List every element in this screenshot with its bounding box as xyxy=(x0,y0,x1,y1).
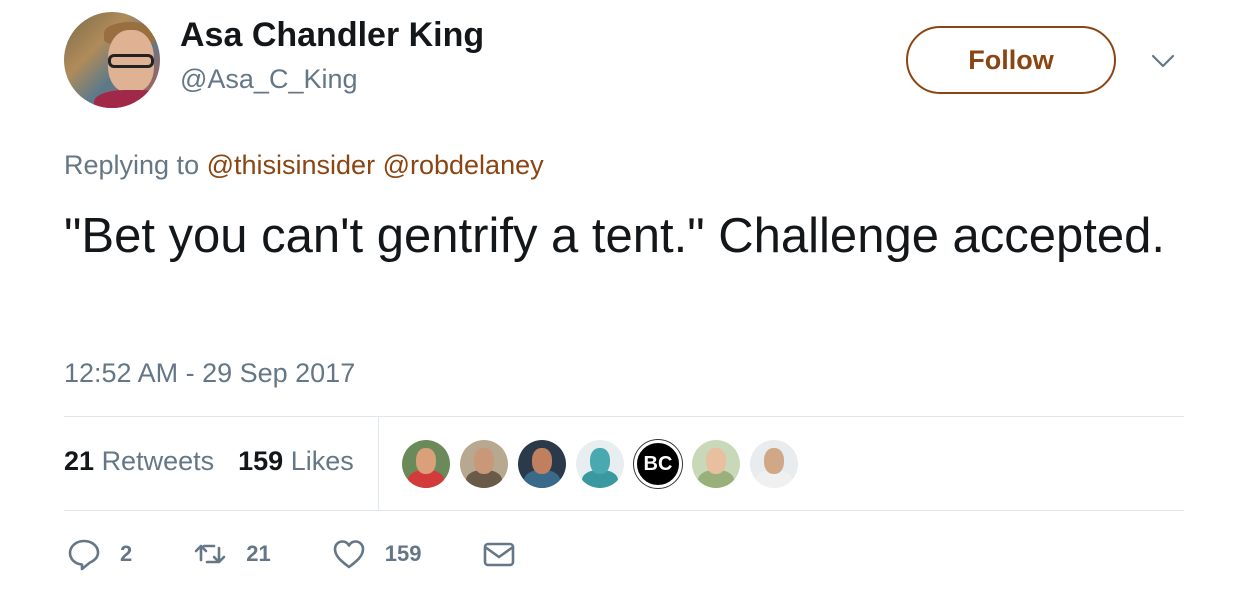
retweets-count: 21 xyxy=(64,446,95,476)
avatar-horse[interactable] xyxy=(576,440,624,488)
mention-link[interactable]: @thisisinsider xyxy=(207,150,375,180)
author-display-name[interactable]: Asa Chandler King xyxy=(180,16,484,55)
like-action[interactable]: 159 xyxy=(331,536,422,572)
liker-face xyxy=(474,448,494,474)
retweets-label: Retweets xyxy=(101,446,215,476)
like-icon xyxy=(333,540,365,569)
replying-to: Replying to @thisisinsider @robdelaney xyxy=(64,150,544,181)
author-handle[interactable]: @Asa_C_King xyxy=(180,64,358,95)
retweet-action[interactable]: 21 xyxy=(192,536,271,572)
mention-link[interactable]: @robdelaney xyxy=(383,150,544,180)
likes-label: Likes xyxy=(290,446,354,476)
retweet-icon xyxy=(194,544,226,564)
avatar-shirt xyxy=(94,90,160,108)
avatar-man-outdoors[interactable] xyxy=(750,440,798,488)
retweet-count: 21 xyxy=(246,541,271,566)
like-count: 159 xyxy=(384,541,422,566)
divider xyxy=(64,510,1184,511)
message-action[interactable] xyxy=(481,536,517,572)
avatar-sunglasses[interactable] xyxy=(518,440,566,488)
stats-divider xyxy=(378,417,379,510)
likers-list: BC xyxy=(402,440,798,488)
chevron-down-icon[interactable] xyxy=(1150,48,1176,74)
likes-count: 159 xyxy=(238,446,284,476)
replying-prefix: Replying to xyxy=(64,150,200,180)
likes-stat[interactable]: 159 Likes xyxy=(238,446,354,477)
reply-icon xyxy=(68,539,100,571)
reply-action[interactable]: 2 xyxy=(66,536,132,572)
retweets-stat[interactable]: 21 Retweets xyxy=(64,446,214,477)
avatar-red-shirt[interactable] xyxy=(402,440,450,488)
message-icon xyxy=(484,542,515,567)
liker-face xyxy=(590,448,610,474)
liker-face xyxy=(706,448,726,474)
avatar-bc-logo[interactable]: BC xyxy=(634,440,682,488)
author-avatar[interactable] xyxy=(64,12,160,108)
avatar-couple[interactable] xyxy=(460,440,508,488)
divider xyxy=(64,416,1184,417)
liker-face xyxy=(416,448,436,474)
tweet-card: Asa Chandler King @Asa_C_King Follow Rep… xyxy=(0,0,1248,598)
avatar-glasses xyxy=(108,54,154,68)
liker-face xyxy=(532,448,552,474)
liker-face xyxy=(764,448,784,474)
tweet-text: "Bet you can't gentrify a tent." Challen… xyxy=(64,209,1166,263)
tweet-stats: 21 Retweets 159 Likes xyxy=(64,446,354,477)
follow-button[interactable]: Follow xyxy=(906,26,1116,94)
tweet-actions: 2 21 159 xyxy=(66,536,577,572)
avatar-glasses-woman[interactable] xyxy=(692,440,740,488)
tweet-timestamp[interactable]: 12:52 AM - 29 Sep 2017 xyxy=(64,358,355,389)
reply-count: 2 xyxy=(120,541,133,566)
